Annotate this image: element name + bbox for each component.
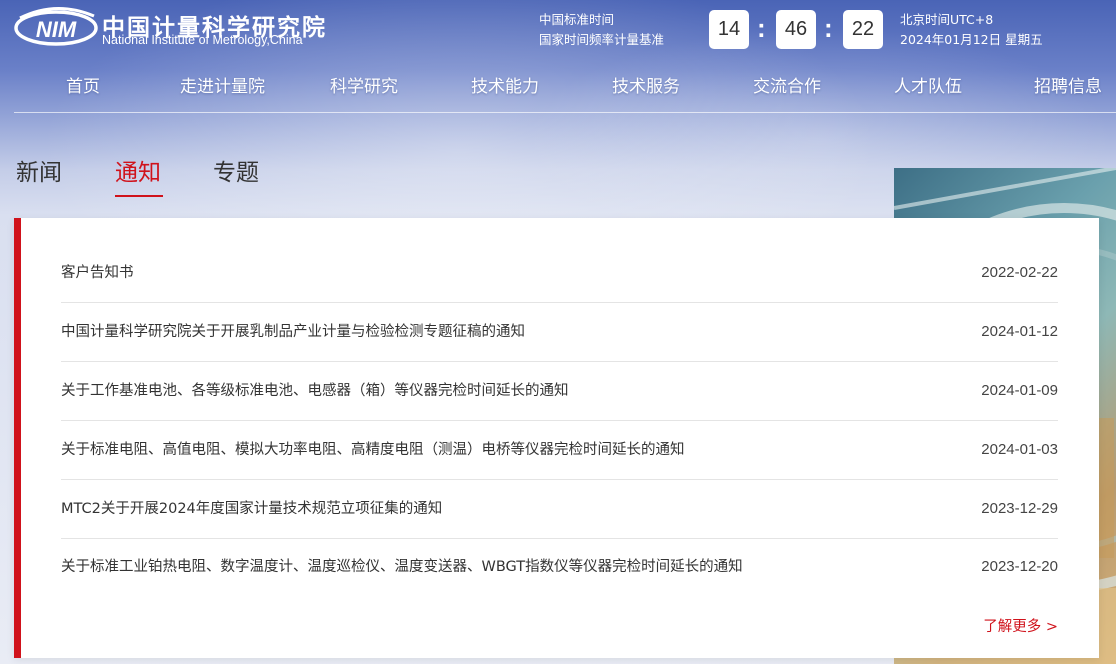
nav-divider [14,112,1116,113]
standard-time-label: 中国标准时间 国家时间频率计量基准 [539,10,664,50]
standard-time-title: 中国标准时间 [539,12,615,27]
list-item[interactable]: 关于工作基准电池、各等级标准电池、电感器（箱）等仪器完检时间延长的通知 2024… [61,362,1058,421]
notice-title[interactable]: 客户告知书 [61,244,134,302]
tab-topics[interactable]: 专题 [213,153,259,187]
list-item[interactable]: 客户告知书 2022-02-22 [61,244,1058,303]
current-date: 2024年01月12日 星期五 [900,32,1043,47]
active-tab-indicator [115,195,163,197]
notice-title[interactable]: MTC2关于开展2024年度国家计量技术规范立项征集的通知 [61,480,442,538]
clock-seconds: 22 [843,10,883,49]
card-accent-bar [14,218,21,658]
clock-separator: : [757,13,766,43]
main-nav: 首页 走进计量院 科学研究 技术能力 技术服务 交流合作 人才队伍 招聘信息 [0,72,1116,106]
svg-text:NIM: NIM [36,17,77,42]
notice-date: 2024-01-09 [981,382,1058,399]
notice-date: 2023-12-20 [981,558,1058,575]
list-item[interactable]: MTC2关于开展2024年度国家计量技术规范立项征集的通知 2023-12-29 [61,480,1058,539]
clock-separator: : [824,13,833,43]
clock-hours: 14 [709,10,749,49]
nav-item-home[interactable]: 首页 [66,72,100,97]
nav-item-jobs[interactable]: 招聘信息 [1034,72,1102,97]
nav-item-capability[interactable]: 技术能力 [471,72,539,97]
nav-item-talent[interactable]: 人才队伍 [894,72,962,97]
notice-title[interactable]: 关于标准电阻、高值电阻、模拟大功率电阻、高精度电阻（测温）电桥等仪器完检时间延长… [61,421,685,479]
logo-english-name: National Institute of Metrology,China [102,33,303,47]
tab-news[interactable]: 新闻 [16,153,62,187]
notice-date: 2024-01-03 [981,441,1058,458]
more-link[interactable]: 了解更多 > [983,615,1058,636]
notice-date: 2023-12-29 [981,500,1058,517]
clock-minutes: 46 [776,10,816,49]
notice-title[interactable]: 关于工作基准电池、各等级标准电池、电感器（箱）等仪器完检时间延长的通知 [61,362,569,420]
tab-notices[interactable]: 通知 [115,153,161,187]
nav-item-research[interactable]: 科学研究 [330,72,398,97]
list-item[interactable]: 关于标准工业铂热电阻、数字温度计、温度巡检仪、温度变送器、WBGT指数仪等仪器完… [61,538,1058,597]
nav-item-cooperation[interactable]: 交流合作 [753,72,821,97]
site-logo[interactable]: NIM 中国计量科学研究院 National Institute of Metr… [14,6,344,50]
list-item[interactable]: 关于标准电阻、高值电阻、模拟大功率电阻、高精度电阻（测温）电桥等仪器完检时间延长… [61,421,1058,480]
nim-logo-icon: NIM [14,6,98,46]
nav-item-about[interactable]: 走进计量院 [180,72,265,97]
notice-list-card: 客户告知书 2022-02-22 中国计量科学研究院关于开展乳制品产业计量与检验… [14,218,1099,658]
nav-item-services[interactable]: 技术服务 [612,72,680,97]
beijing-time-block: 北京时间UTC+8 2024年01月12日 星期五 [900,10,1043,50]
notice-title[interactable]: 中国计量科学研究院关于开展乳制品产业计量与检验检测专题征稿的通知 [61,303,525,361]
standard-time-subtitle: 国家时间频率计量基准 [539,32,665,47]
notice-title[interactable]: 关于标准工业铂热电阻、数字温度计、温度巡检仪、温度变送器、WBGT指数仪等仪器完… [61,538,743,596]
notice-date: 2024-01-12 [981,323,1058,340]
list-item[interactable]: 中国计量科学研究院关于开展乳制品产业计量与检验检测专题征稿的通知 2024-01… [61,303,1058,362]
beijing-time-zone: 北京时间UTC+8 [900,12,994,27]
notice-date: 2022-02-22 [981,264,1058,281]
